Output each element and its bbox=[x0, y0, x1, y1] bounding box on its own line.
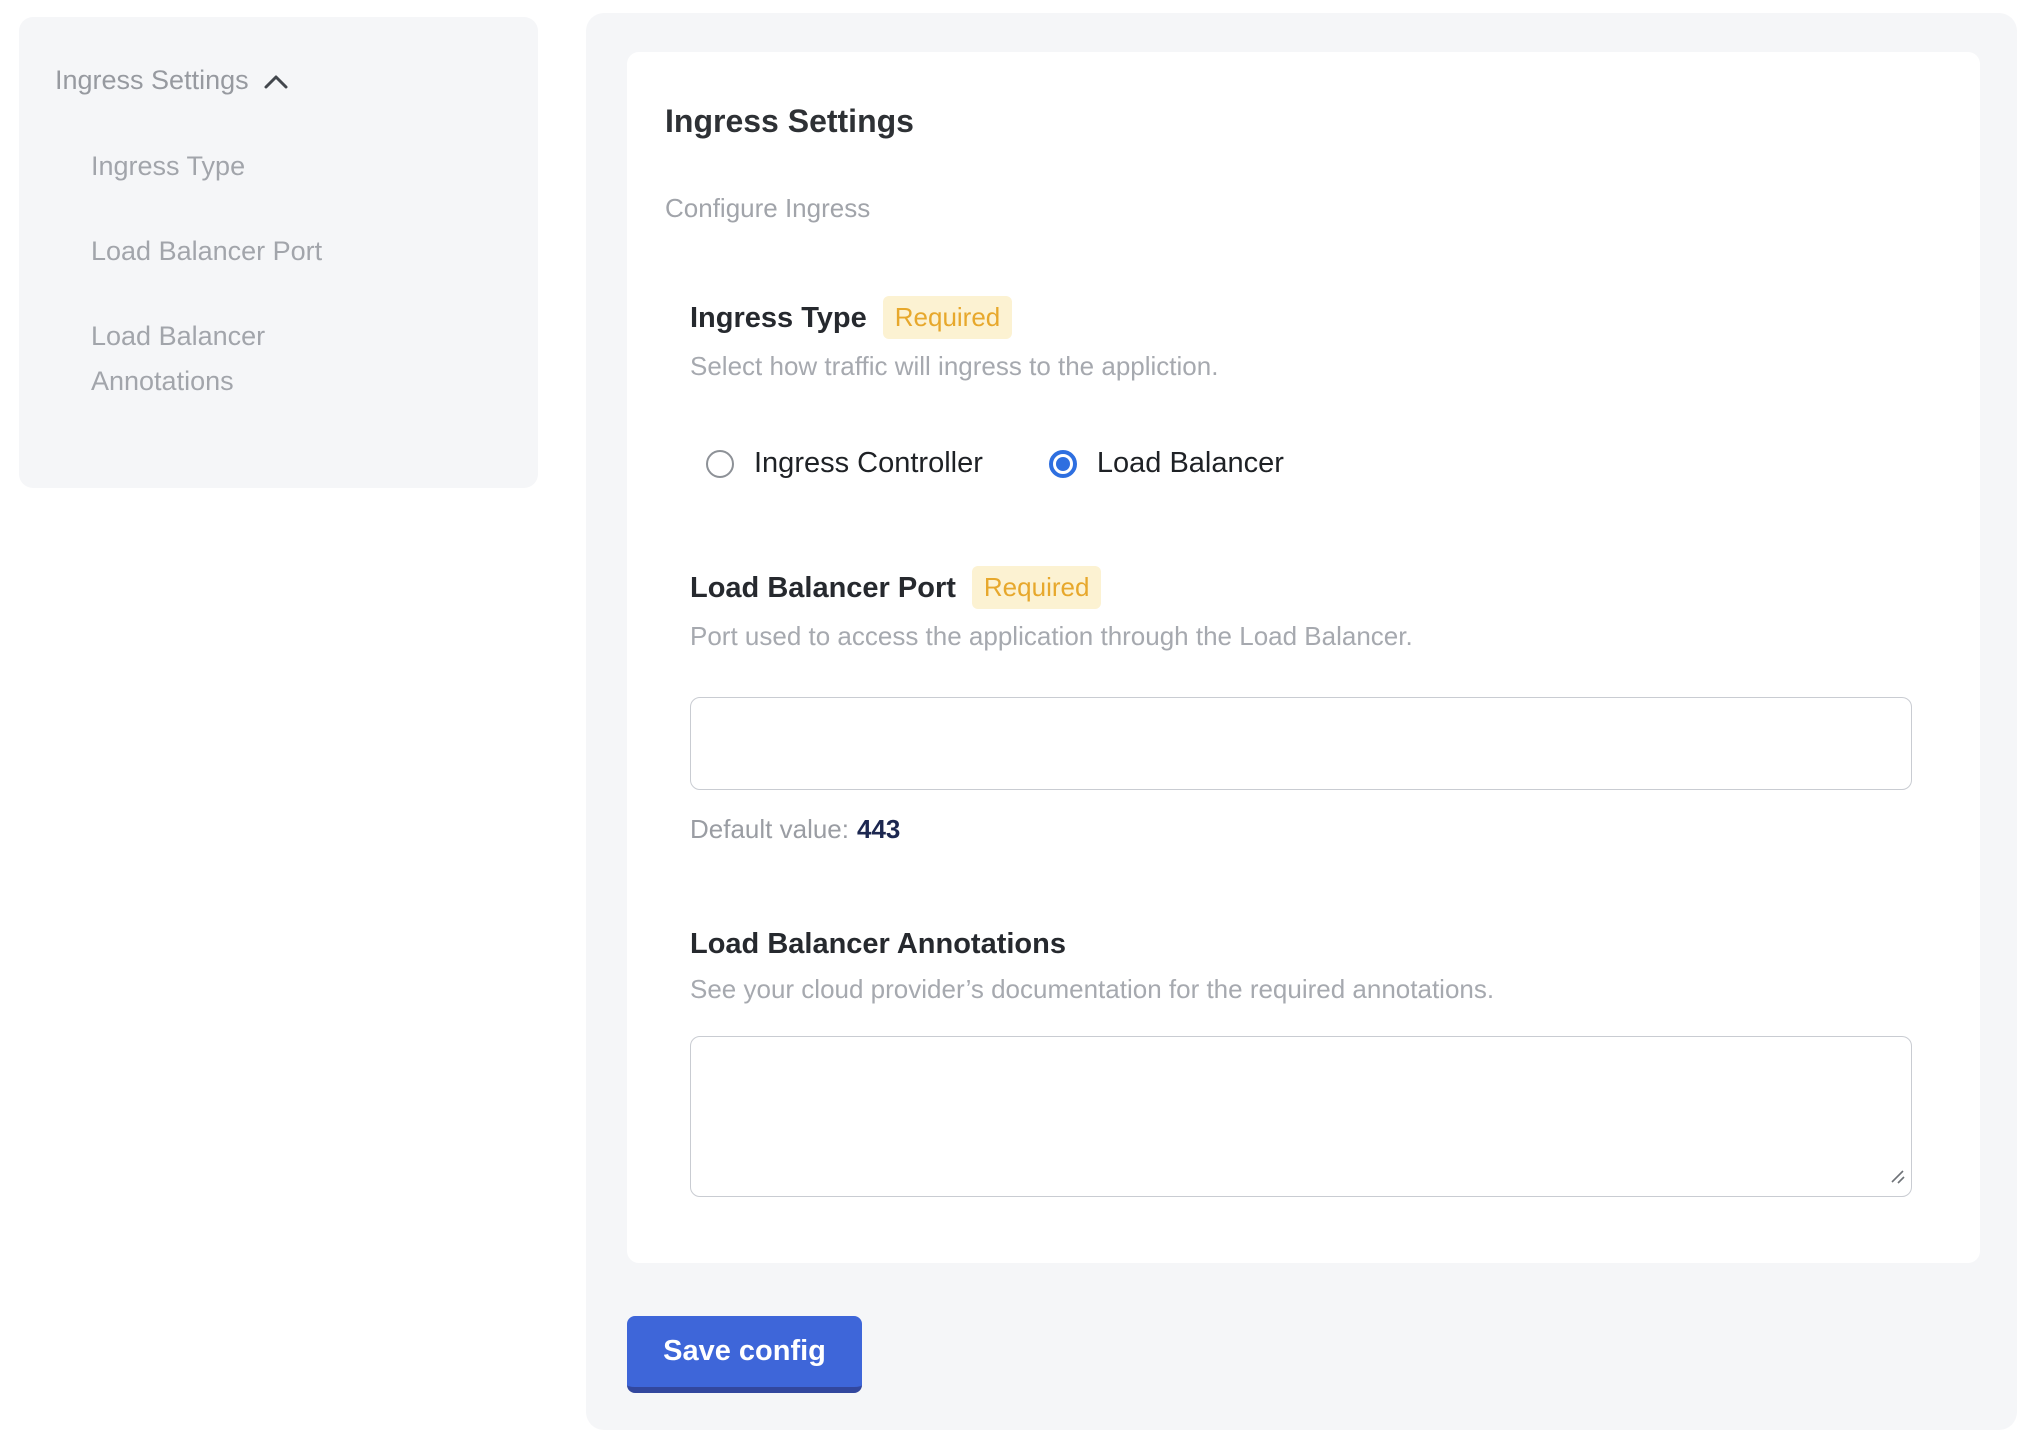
settings-nav-sidebar: Ingress Settings Ingress Type Load Balan… bbox=[19, 17, 538, 488]
radio-label: Load Balancer bbox=[1097, 447, 1284, 480]
ingress-type-label: Ingress Type bbox=[690, 300, 867, 336]
load-balancer-port-label: Load Balancer Port bbox=[690, 570, 956, 606]
required-badge: Required bbox=[883, 296, 1013, 339]
section-load-balancer-port: Load Balancer Port Required Port used to… bbox=[690, 566, 1916, 845]
sidebar-item-load-balancer-port[interactable]: Load Balancer Port bbox=[91, 229, 371, 274]
ingress-type-description: Select how traffic will ingress to the a… bbox=[690, 349, 1916, 383]
radio-option-ingress-controller[interactable]: Ingress Controller bbox=[706, 447, 983, 480]
section-load-balancer-annotations: Load Balancer Annotations See your cloud… bbox=[690, 926, 1916, 1197]
load-balancer-annotations-description: See your cloud provider’s documentation … bbox=[690, 972, 1916, 1006]
radio-unchecked-icon[interactable] bbox=[706, 450, 734, 478]
ingress-settings-card: Ingress Settings Configure Ingress Ingre… bbox=[627, 52, 1980, 1263]
load-balancer-port-description: Port used to access the application thro… bbox=[690, 619, 1916, 653]
default-value: 443 bbox=[857, 814, 900, 844]
radio-label: Ingress Controller bbox=[754, 447, 983, 480]
ingress-type-radio-group: Ingress Controller Load Balancer bbox=[690, 447, 1916, 480]
required-badge: Required bbox=[972, 566, 1102, 609]
section-ingress-type: Ingress Type Required Select how traffic… bbox=[690, 296, 1916, 480]
load-balancer-port-input[interactable] bbox=[690, 697, 1912, 790]
chevron-up-icon bbox=[263, 69, 289, 93]
resize-handle-icon[interactable] bbox=[1888, 1167, 1906, 1190]
default-value-row: Default value: 443 bbox=[690, 814, 1916, 845]
load-balancer-annotations-label: Load Balancer Annotations bbox=[690, 926, 1066, 962]
load-balancer-annotations-textarea[interactable] bbox=[690, 1036, 1912, 1197]
sidebar-group-ingress-settings[interactable]: Ingress Settings bbox=[55, 65, 289, 96]
page-title: Ingress Settings bbox=[665, 101, 914, 141]
page-subtitle: Configure Ingress bbox=[665, 191, 870, 225]
sidebar-item-load-balancer-annotations[interactable]: Load Balancer Annotations bbox=[91, 314, 371, 404]
radio-checked-icon[interactable] bbox=[1049, 450, 1077, 478]
sidebar-group-label: Ingress Settings bbox=[55, 65, 249, 96]
radio-option-load-balancer[interactable]: Load Balancer bbox=[1049, 447, 1284, 480]
sidebar-item-ingress-type[interactable]: Ingress Type bbox=[91, 144, 371, 189]
default-value-label: Default value: bbox=[690, 814, 849, 844]
save-config-button[interactable]: Save config bbox=[627, 1316, 862, 1393]
